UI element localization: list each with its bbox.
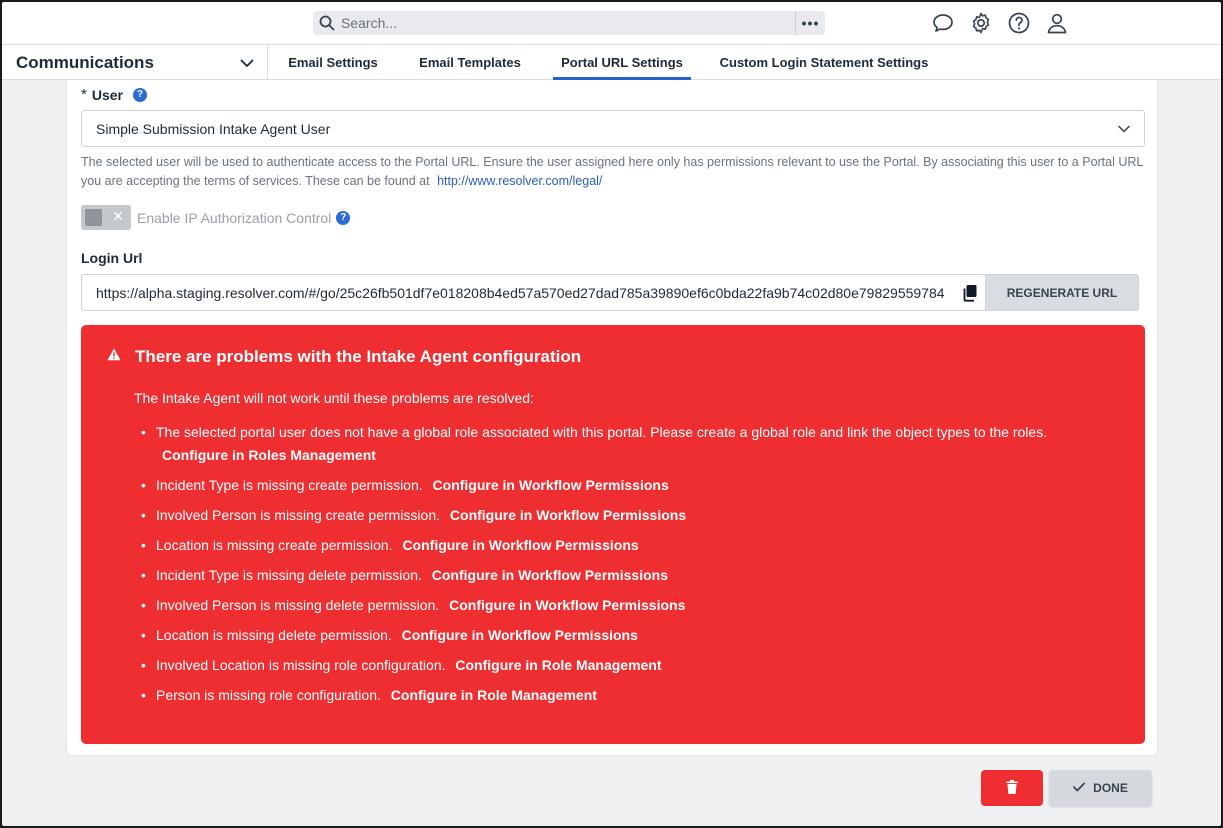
list-item: Location is missing delete permission. C…: [134, 624, 1124, 647]
checkmark-icon: [1073, 781, 1086, 795]
done-label: DONE: [1093, 781, 1128, 795]
chevron-down-icon: [1104, 125, 1144, 133]
configure-link[interactable]: Configure in Workflow Permissions: [432, 567, 668, 583]
search-more-button[interactable]: •••: [795, 11, 825, 35]
toggle-knob: [85, 209, 102, 226]
error-item-text: Location is missing create permission.: [156, 537, 393, 553]
portal-settings-card: * User ? Simple Submission Intake Agent …: [66, 80, 1158, 756]
user-label-row: * User ?: [81, 86, 147, 103]
tab-custom-login-statement-settings[interactable]: Custom Login Statement Settings: [714, 45, 934, 80]
error-item-text: Location is missing delete permission.: [156, 627, 392, 643]
user-icon[interactable]: [1044, 10, 1070, 36]
user-help-body: The selected user will be used to authen…: [81, 155, 1143, 188]
list-item: Person is missing role configuration. Co…: [134, 684, 1124, 707]
list-item: Involved Location is missing role config…: [134, 654, 1124, 677]
user-label: User: [91, 86, 123, 103]
user-select-value: Simple Submission Intake Agent User: [96, 120, 331, 137]
done-button[interactable]: DONE: [1049, 770, 1152, 806]
list-item: Involved Person is missing create permis…: [134, 504, 1124, 527]
settings-icon[interactable]: [968, 10, 994, 36]
search-bar: •••: [313, 11, 825, 35]
chevron-down-icon: [227, 58, 267, 68]
login-url-field[interactable]: https://alpha.staging.resolver.com/#/go/…: [81, 274, 985, 311]
list-item: Incident Type is missing create permissi…: [134, 474, 1124, 497]
top-bar: •••: [2, 2, 1221, 45]
configure-link[interactable]: Configure in Workflow Permissions: [433, 477, 669, 493]
user-help-text: The selected user will be used to authen…: [81, 153, 1145, 191]
list-item: Incident Type is missing delete permissi…: [134, 564, 1124, 587]
configure-link[interactable]: Configure in Role Management: [455, 657, 661, 673]
ip-authorization-label: Enable IP Authorization Control: [137, 209, 332, 226]
configure-link[interactable]: Configure in Role Management: [391, 687, 597, 703]
error-item-text: The selected portal user does not have a…: [156, 424, 1048, 440]
ip-authorization-toggle[interactable]: ✕: [81, 205, 131, 230]
error-header: There are problems with the Intake Agent…: [107, 347, 581, 367]
regenerate-url-button[interactable]: REGENERATE URL: [985, 274, 1139, 311]
configuration-error-panel: There are problems with the Intake Agent…: [81, 325, 1145, 744]
warning-icon: [107, 348, 121, 366]
login-url-row: https://alpha.staging.resolver.com/#/go/…: [81, 274, 1139, 311]
list-item: Location is missing create permission. C…: [134, 534, 1124, 557]
error-item-text: Incident Type is missing delete permissi…: [156, 567, 422, 583]
search-icon: [313, 11, 341, 35]
app-window: ••• Communications Email Settings Em: [2, 2, 1221, 826]
error-item-text: Incident Type is missing create permissi…: [156, 477, 423, 493]
section-dropdown[interactable]: Communications: [2, 45, 268, 80]
header-icons: [930, 10, 1070, 36]
error-item-text: Involved Person is missing delete permis…: [156, 597, 440, 613]
help-icon[interactable]: ?: [336, 210, 351, 225]
configure-link[interactable]: Configure in Workflow Permissions: [449, 597, 685, 613]
tab-portal-url-settings[interactable]: Portal URL Settings: [553, 45, 691, 80]
legal-link[interactable]: http://www.resolver.com/legal/: [437, 174, 602, 188]
configure-link[interactable]: Configure in Workflow Permissions: [450, 507, 686, 523]
ip-authorization-row: ✕ Enable IP Authorization Control ?: [81, 205, 351, 230]
required-mark: *: [81, 86, 87, 103]
tab-email-settings[interactable]: Email Settings: [278, 45, 388, 80]
close-icon: ✕: [112, 208, 124, 224]
delete-button[interactable]: [981, 770, 1043, 806]
error-list: The selected portal user does not have a…: [134, 421, 1124, 714]
error-item-text: Person is missing role configuration.: [156, 687, 381, 703]
search-input[interactable]: [341, 11, 795, 35]
help-icon[interactable]: [1006, 10, 1032, 36]
user-select[interactable]: Simple Submission Intake Agent User: [81, 110, 1145, 147]
list-item: Involved Person is missing delete permis…: [134, 594, 1124, 617]
error-item-text: Involved Person is missing create permis…: [156, 507, 441, 523]
configure-link[interactable]: Configure in Workflow Permissions: [402, 537, 638, 553]
tab-email-templates[interactable]: Email Templates: [408, 45, 532, 80]
configure-link[interactable]: Configure in Workflow Permissions: [402, 627, 638, 643]
help-icon[interactable]: ?: [132, 87, 147, 102]
error-item-text: Involved Location is missing role config…: [156, 657, 446, 673]
error-title: There are problems with the Intake Agent…: [135, 347, 582, 366]
login-url-value: https://alpha.staging.resolver.com/#/go/…: [96, 284, 945, 301]
login-url-label: Login Url: [81, 250, 143, 266]
settings-nav: Communications Email Settings Email Temp…: [2, 45, 1221, 80]
error-intro: The Intake Agent will not work until the…: [134, 390, 534, 406]
list-item: The selected portal user does not have a…: [134, 421, 1124, 467]
section-title: Communications: [16, 52, 154, 72]
trash-icon: [1006, 779, 1018, 797]
copy-icon[interactable]: [961, 284, 979, 302]
configure-link[interactable]: Configure in Roles Management: [162, 444, 1124, 467]
chat-icon[interactable]: [930, 10, 956, 36]
